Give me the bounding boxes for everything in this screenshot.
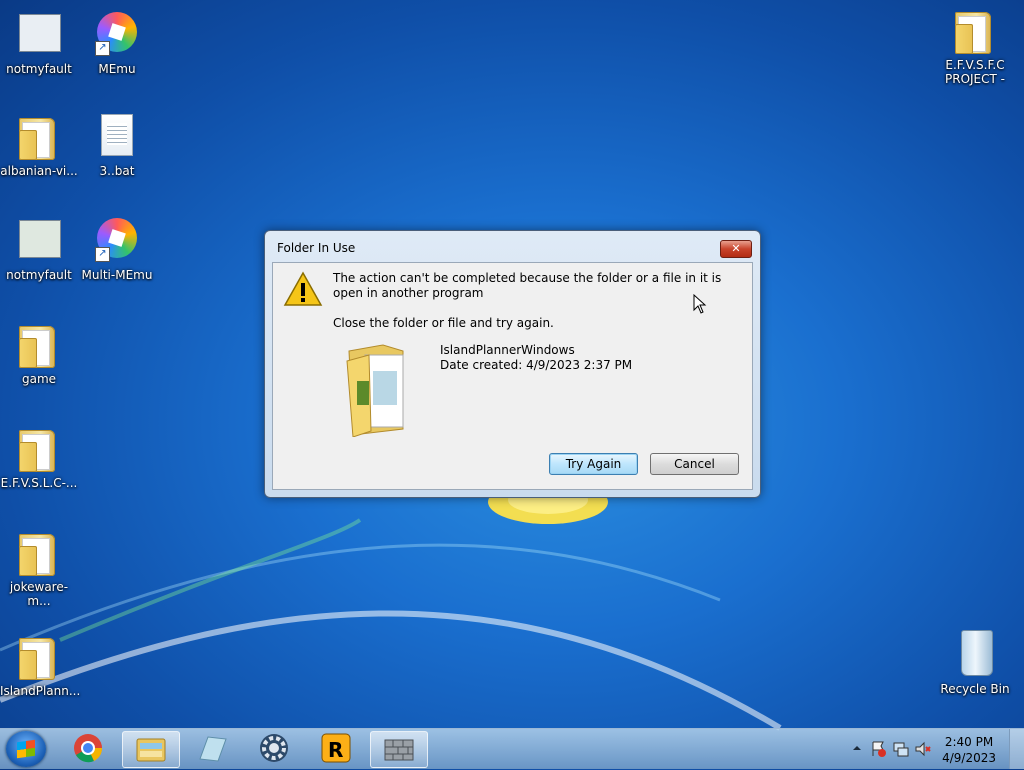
desktop-icon-label: 3..bat (99, 164, 135, 178)
folder-icon (15, 528, 63, 576)
folder-icon (15, 632, 63, 680)
file-name: IslandPlannerWindows (440, 343, 575, 357)
desktop-icon-label: Recycle Bin (940, 682, 1010, 696)
folder-icon (15, 424, 63, 472)
tray-date: 4/9/2023 (942, 751, 996, 765)
desktop-icon-notmyfault-1[interactable]: notmyfault (0, 10, 78, 76)
chrome-taskbar-button[interactable] (60, 731, 116, 766)
tray-time: 2:40 PM (944, 735, 994, 749)
desktop-icon-islandplanner-folder[interactable]: IslandPlann... (0, 632, 81, 698)
dialog-body: The action can't be completed because th… (272, 262, 753, 490)
memu-icon: ↗ (93, 10, 141, 58)
desktop-icon-notmyfault-2[interactable]: notmyfault (0, 216, 78, 282)
settings-gear-icon (260, 734, 288, 762)
cancel-button[interactable]: Cancel (650, 453, 739, 475)
app-window-icon (15, 216, 63, 264)
dialog-title: Folder In Use (277, 241, 356, 255)
taskbar: R 2:40 PM 4/9/2023 (0, 728, 1024, 769)
desktop-icon-bat-file[interactable]: 3..bat (78, 112, 156, 178)
desktop-icon-label: E.F.V.S.F.C PROJECT - (945, 58, 1005, 86)
folder-icon (15, 320, 63, 368)
desktop-icon-label: jokeware-m... (9, 580, 69, 608)
desktop-icon-albanian-folder[interactable]: albanian-vi... (0, 112, 78, 178)
dialog-instruction: Close the folder or file and try again. (333, 316, 554, 330)
desktop-icon-label: MEmu (98, 62, 136, 76)
folder-icon (15, 112, 63, 160)
mouse-cursor-icon (693, 294, 707, 314)
tray-clock[interactable]: 2:40 PM 4/9/2023 (942, 734, 996, 766)
warning-icon (283, 271, 323, 306)
settings-taskbar-button[interactable] (246, 731, 302, 766)
batch-file-icon (93, 112, 141, 160)
wall-taskbar-button[interactable] (370, 731, 428, 768)
rockstar-taskbar-button[interactable]: R (308, 731, 364, 766)
desktop-icon-label: IslandPlann... (0, 684, 81, 698)
folder-icon (951, 6, 999, 54)
multi-memu-icon: ↗ (93, 216, 141, 264)
desktop-icon-recycle-bin[interactable]: Recycle Bin (936, 630, 1014, 696)
desktop-icon-label: notmyfault (6, 62, 72, 76)
file-date: Date created: 4/9/2023 2:37 PM (440, 358, 633, 372)
svg-text:R: R (328, 738, 343, 762)
show-hidden-icons-arrow-icon[interactable] (852, 743, 862, 753)
chrome-icon (74, 734, 103, 763)
wall-icon (384, 739, 414, 761)
explorer-taskbar-button[interactable] (122, 731, 180, 768)
show-desktop-button[interactable] (1009, 729, 1024, 769)
try-again-button[interactable]: Try Again (549, 453, 638, 475)
app-settings-icon (15, 10, 63, 58)
desktop-icon-label: game (21, 372, 57, 386)
volume-muted-icon[interactable] (914, 740, 932, 758)
desktop-icon-label: Multi-MEmu (81, 268, 153, 282)
folder-in-use-dialog: Folder In Use ✕ The action can't be comp… (264, 230, 761, 498)
desktop-icon-memu[interactable]: ↗ MEmu (78, 10, 156, 76)
rockstar-icon: R (321, 733, 351, 763)
desktop-icon-game-folder[interactable]: game (0, 320, 78, 386)
desktop-icon-label: albanian-vi... (0, 164, 78, 178)
notepad-icon (199, 736, 227, 762)
action-center-flag-icon[interactable] (870, 740, 888, 758)
folder-preview-icon (346, 344, 404, 437)
dialog-message: The action can't be completed because th… (333, 271, 722, 300)
system-tray: 2:40 PM 4/9/2023 (834, 729, 1024, 769)
desktop-icon-efvslc-folder[interactable]: E.F.V.S.L.C-... (0, 424, 78, 490)
explorer-icon (136, 738, 166, 762)
desktop-icon-jokeware-folder[interactable]: jokeware-m... (0, 528, 78, 608)
close-button[interactable]: ✕ (720, 240, 752, 258)
desktop-icon-label: notmyfault (6, 268, 72, 282)
desktop-icon-efvsfc-project-folder[interactable]: E.F.V.S.F.C PROJECT - (936, 6, 1014, 86)
network-icon[interactable] (892, 740, 910, 758)
desktop-icon-multi-memu[interactable]: ↗ Multi-MEmu (78, 216, 156, 282)
desktop-icon-label: E.F.V.S.L.C-... (0, 476, 78, 490)
recycle-bin-icon (951, 630, 999, 678)
start-orb-icon[interactable] (6, 731, 46, 767)
notepad-taskbar-button[interactable] (184, 731, 240, 766)
